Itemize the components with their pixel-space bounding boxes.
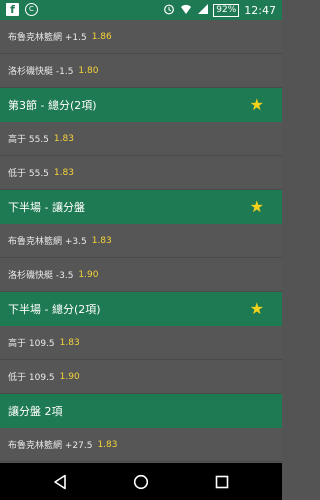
odds-price: 1.83 [91,235,112,246]
section-header[interactable]: 下半場 - 讓分盤 ★ [0,190,282,224]
wifi-icon [180,3,192,18]
odds-row[interactable]: 洛杉磯快艇 -3.5 1.90 [0,258,282,292]
signal-icon [197,3,209,18]
odds-label: 低于 109.5 [8,373,55,383]
odds-price: 1.83 [53,133,74,144]
star-icon[interactable]: ★ [250,301,264,317]
odds-label: 布魯克林籃網 +27.5 [8,441,93,451]
facebook-icon: f [6,3,19,16]
odds-label: 低于 55.5 [8,169,49,179]
recents-icon [215,475,228,488]
recents-button[interactable] [202,467,242,497]
odds-price: 1.90 [59,371,80,382]
odds-row[interactable]: 高于 109.5 1.83 [0,326,282,360]
star-icon[interactable]: ★ [250,97,264,113]
odds-label: 高于 109.5 [8,339,55,349]
section-title: 下半場 - 總分(2項) [8,303,101,316]
alarm-icon [163,3,175,18]
odds-row[interactable]: 布魯克林籃網 +3.5 1.83 [0,224,282,258]
odds-row[interactable]: 布魯克林籃網 +27.5 1.83 [0,428,282,462]
section-header[interactable]: 讓分盤 2項 [0,394,282,428]
navigation-bar [0,463,282,500]
odds-row[interactable]: 低于 55.5 1.83 [0,156,282,190]
home-button[interactable] [121,467,161,497]
market-list: 布魯克林籃網 +1.5 1.86 洛杉磯快艇 -1.5 1.80 第3節 - 總… [0,20,282,463]
back-icon [54,474,67,489]
section-title: 下半場 - 讓分盤 [8,201,85,214]
status-bar: f C 92% 12:47 [0,0,282,20]
odds-price: 1.83 [53,167,74,178]
odds-row[interactable]: 高于 55.5 1.83 [0,122,282,156]
odds-label: 布魯克林籃網 +1.5 [8,33,87,43]
odds-label: 布魯克林籃網 +3.5 [8,237,87,247]
section-title: 第3節 - 總分(2項) [8,99,97,112]
battery-indicator: 92% [213,4,240,17]
clock: 12:47 [244,4,276,17]
section-header[interactable]: 下半場 - 總分(2項) ★ [0,292,282,326]
odds-label: 洛杉磯快艇 -3.5 [8,271,74,281]
section-header[interactable]: 第3節 - 總分(2項) ★ [0,88,282,122]
odds-price: 1.83 [59,337,80,348]
odds-price: 1.83 [97,439,118,450]
odds-label: 高于 55.5 [8,135,49,145]
home-icon [133,474,149,489]
section-title: 讓分盤 2項 [8,405,63,418]
odds-row[interactable]: 低于 109.5 1.90 [0,360,282,394]
odds-label: 洛杉磯快艇 -1.5 [8,67,74,77]
app-notification-icon: C [25,3,38,16]
back-button[interactable] [40,467,80,497]
star-icon[interactable]: ★ [250,199,264,215]
odds-price: 1.80 [78,65,99,76]
odds-row[interactable]: 布魯克林籃網 +1.5 1.86 [0,20,282,54]
odds-price: 1.90 [78,269,99,280]
odds-row[interactable]: 洛杉磯快艇 -1.5 1.80 [0,54,282,88]
odds-price: 1.86 [91,31,112,42]
